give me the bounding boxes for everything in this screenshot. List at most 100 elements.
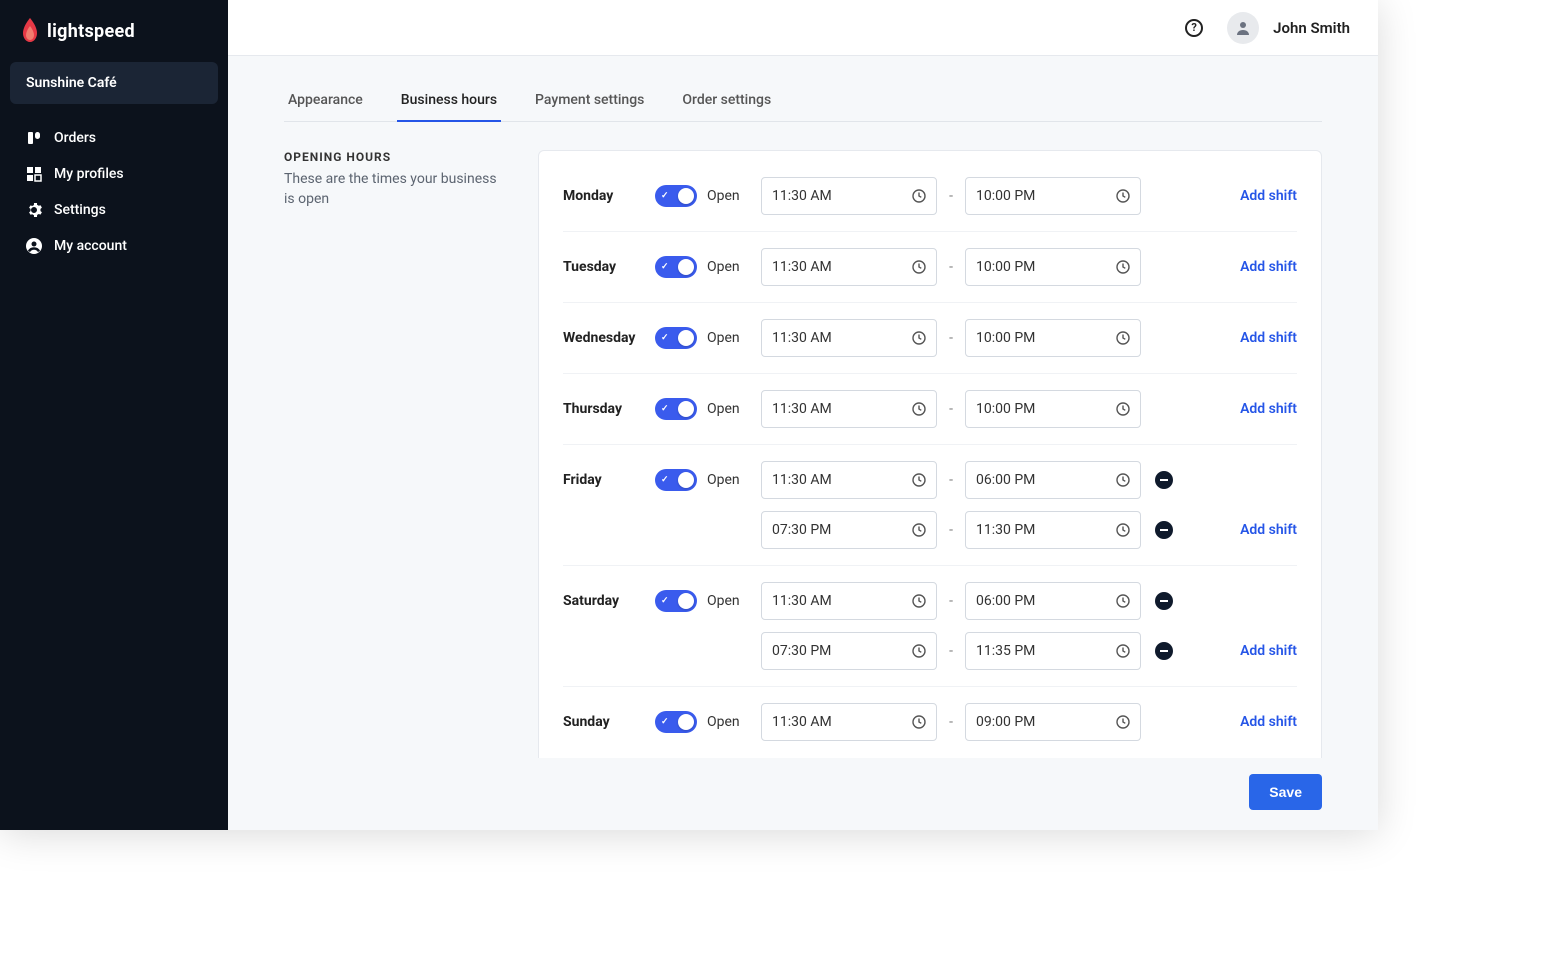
nav-item-profiles[interactable]: My profiles — [10, 156, 218, 192]
open-status: Open — [707, 401, 761, 417]
open-toggle[interactable]: ✓ — [655, 711, 697, 733]
time-input-to[interactable]: 06:00 PM — [965, 461, 1141, 499]
day-block: Monday ✓ Open11:30 AM-10:00 PMAdd shift — [563, 161, 1297, 232]
time-separator: - — [937, 330, 965, 346]
time-input-to[interactable]: 10:00 PM — [965, 319, 1141, 357]
day-name: Wednesday — [563, 330, 655, 346]
time-input-from[interactable]: 11:30 AM — [761, 582, 937, 620]
nav-item-label: Settings — [54, 202, 106, 218]
open-status: Open — [707, 472, 761, 488]
time-value: 11:30 AM — [772, 188, 832, 204]
open-toggle[interactable]: ✓ — [655, 256, 697, 278]
shift-row: Friday ✓ Open 11:30 AM -06:00 PM — [563, 459, 1297, 501]
open-toggle[interactable]: ✓ — [655, 398, 697, 420]
user-name: John Smith — [1273, 19, 1350, 37]
time-value: 11:30 AM — [772, 330, 832, 346]
add-shift-button[interactable]: Add shift — [1226, 714, 1297, 730]
add-shift-button[interactable]: Add shift — [1226, 259, 1297, 275]
time-separator: - — [937, 643, 965, 659]
time-input-to[interactable]: 09:00 PM — [965, 703, 1141, 741]
add-shift-button[interactable]: Add shift — [1226, 330, 1297, 346]
user-menu[interactable]: John Smith — [1227, 12, 1350, 44]
day-block: Tuesday ✓ Open11:30 AM-10:00 PM Add shift — [563, 232, 1297, 303]
profiles-icon — [26, 166, 42, 182]
sidebar: lightspeed Sunshine Café Orders My profi… — [0, 0, 228, 830]
clock-icon — [912, 594, 926, 608]
remove-shift-button[interactable] — [1155, 642, 1173, 660]
time-value: 11:35 PM — [976, 643, 1035, 659]
tabs: Appearance Business hours Payment settin… — [284, 80, 1322, 122]
main: ? John Smith Appearance Business hours P… — [228, 0, 1378, 830]
save-button[interactable]: Save — [1249, 774, 1322, 810]
nav-item-orders[interactable]: Orders — [10, 120, 218, 156]
section-title: OPENING HOURS — [284, 150, 506, 164]
shift-row: Thursday ✓ Open11:30 AM-10:00 PMAdd shif… — [563, 388, 1297, 430]
tab-appearance[interactable]: Appearance — [284, 80, 367, 122]
time-separator: - — [937, 259, 965, 275]
add-shift-button[interactable]: Add shift — [1226, 522, 1297, 538]
time-input-to[interactable]: 06:00 PM — [965, 582, 1141, 620]
time-value: 10:00 PM — [976, 259, 1035, 275]
time-separator: - — [937, 593, 965, 609]
day-name: Monday — [563, 188, 655, 204]
time-value: 10:00 PM — [976, 401, 1035, 417]
time-value: 11:30 AM — [772, 472, 832, 488]
help-icon[interactable]: ? — [1185, 19, 1203, 37]
day-name: Tuesday — [563, 259, 655, 275]
nav-item-label: My account — [54, 238, 127, 254]
shift-row: Monday ✓ Open11:30 AM-10:00 PMAdd shift — [563, 175, 1297, 217]
shift-row: 07:30 PM-11:30 PMAdd shift — [563, 509, 1297, 551]
time-input-to[interactable]: 10:00 PM — [965, 177, 1141, 215]
nav-item-label: Orders — [54, 130, 96, 146]
time-input-from[interactable]: 11:30 AM — [761, 390, 937, 428]
time-input-from[interactable]: 11:30 AM — [761, 703, 937, 741]
day-block: Wednesday ✓ Open11:30 AM-10:00 PMAdd shi… — [563, 303, 1297, 374]
remove-shift-button[interactable] — [1155, 471, 1173, 489]
avatar — [1227, 12, 1259, 44]
clock-icon — [1116, 644, 1130, 658]
open-toggle[interactable]: ✓ — [655, 469, 697, 491]
add-shift-button[interactable]: Add shift — [1226, 643, 1297, 659]
day-block: Friday ✓ Open 11:30 AM -06:00 PM 07:30 PM -… — [563, 445, 1297, 566]
add-shift-button[interactable]: Add shift — [1226, 401, 1297, 417]
time-input-from[interactable]: 07:30 PM — [761, 632, 937, 670]
add-shift-button[interactable]: Add shift — [1226, 188, 1297, 204]
open-status: Open — [707, 593, 761, 609]
time-input-from[interactable]: 11:30 AM — [761, 248, 937, 286]
nav-item-settings[interactable]: Settings — [10, 192, 218, 228]
time-input-from[interactable]: 11:30 AM — [761, 461, 937, 499]
time-value: 07:30 PM — [772, 643, 831, 659]
time-input-to[interactable]: 11:30 PM — [965, 511, 1141, 549]
clock-icon — [1116, 473, 1130, 487]
time-separator: - — [937, 472, 965, 488]
tab-payment-settings[interactable]: Payment settings — [531, 80, 648, 122]
time-input-to[interactable]: 10:00 PM — [965, 248, 1141, 286]
business-selector[interactable]: Sunshine Café — [10, 62, 218, 104]
open-toggle[interactable]: ✓ — [655, 185, 697, 207]
nav-item-account[interactable]: My account — [10, 228, 218, 264]
open-status: Open — [707, 714, 761, 730]
remove-shift-button[interactable] — [1155, 521, 1173, 539]
shift-row: Wednesday ✓ Open11:30 AM-10:00 PMAdd shi… — [563, 317, 1297, 359]
tab-business-hours[interactable]: Business hours — [397, 80, 501, 122]
time-input-from[interactable]: 11:30 AM — [761, 319, 937, 357]
time-input-to[interactable]: 11:35 PM — [965, 632, 1141, 670]
clock-icon — [912, 402, 926, 416]
day-name: Friday — [563, 472, 655, 488]
time-separator: - — [937, 188, 965, 204]
open-status: Open — [707, 259, 761, 275]
time-input-from[interactable]: 11:30 AM — [761, 177, 937, 215]
topbar: ? John Smith — [228, 0, 1378, 56]
time-input-from[interactable]: 07:30 PM — [761, 511, 937, 549]
day-block: Sunday ✓ Open11:30 AM-09:00 PMAdd shift — [563, 687, 1297, 757]
tab-order-settings[interactable]: Order settings — [678, 80, 775, 122]
shift-row: Tuesday ✓ Open11:30 AM-10:00 PM Add shift — [563, 246, 1297, 288]
open-toggle[interactable]: ✓ — [655, 327, 697, 349]
open-toggle[interactable]: ✓ — [655, 590, 697, 612]
remove-shift-button[interactable] — [1155, 592, 1173, 610]
time-input-to[interactable]: 10:00 PM — [965, 390, 1141, 428]
shift-row: 07:30 PM -11:35 PM Add shift — [563, 630, 1297, 672]
time-value: 10:00 PM — [976, 188, 1035, 204]
brand-logo: lightspeed — [10, 18, 218, 62]
time-separator: - — [937, 714, 965, 730]
